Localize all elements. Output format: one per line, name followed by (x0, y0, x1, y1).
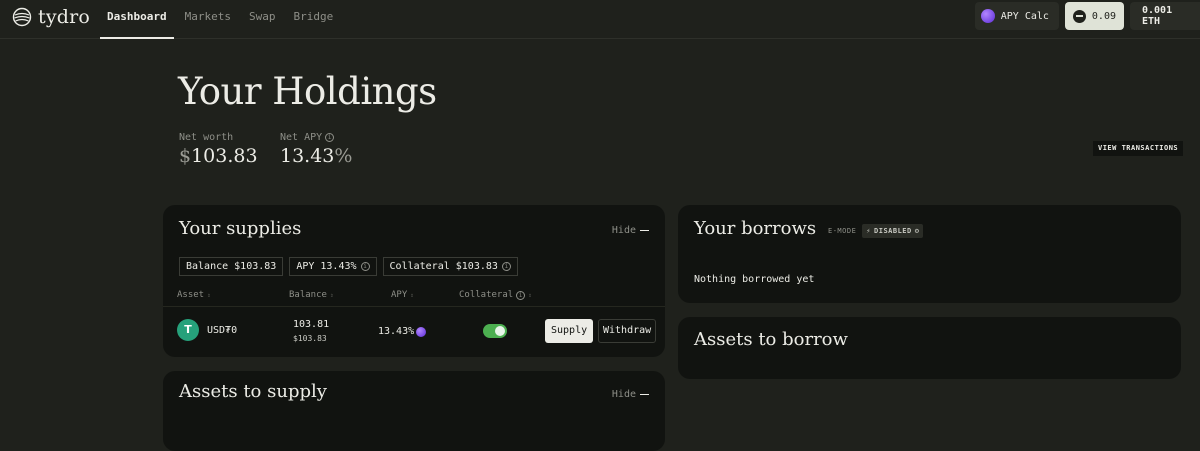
net-apy-value: 13.43 (280, 145, 335, 167)
brand-name: tydro (38, 6, 91, 28)
net-worth-value-wrap: $103.83 (179, 145, 258, 167)
balance-chip: Balance $103.83 (179, 257, 284, 276)
emode-status-button[interactable]: ⚡ DISABLED ⚙ (862, 224, 924, 238)
points-coin-icon (1072, 9, 1086, 23)
apy-orb-icon (980, 9, 995, 23)
info-icon[interactable]: i (360, 262, 370, 271)
col-apy-label: APY (391, 290, 408, 300)
withdraw-button[interactable]: Withdraw (598, 319, 657, 343)
tydro-logo-icon (12, 7, 32, 27)
nav-actions: APY Calc 0.09 0.001 ETH (974, 2, 1200, 30)
col-asset-label: Asset (177, 290, 205, 300)
net-apy-label-wrap: Net APY i (280, 132, 352, 143)
supplies-hide-button[interactable]: Hide (612, 225, 649, 236)
borrows-card: Your borrows E-MODE ⚡ DISABLED ⚙ Nothing… (678, 205, 1181, 303)
asset-symbol: USD₮0 (207, 325, 238, 336)
info-icon[interactable]: i (325, 133, 335, 142)
view-transactions-button[interactable]: VIEW TRANSACTIONS (1093, 141, 1184, 156)
nav-bridge[interactable]: Bridge (286, 0, 340, 39)
col-balance-label: Balance (289, 290, 327, 300)
net-apy-stat: Net APY i 13.43% (280, 132, 352, 167)
apy-orb-icon (416, 326, 427, 337)
emode-label: E-MODE (828, 227, 857, 235)
assets-to-supply-hide-button[interactable]: Hide (612, 389, 649, 400)
supplies-card: Your supplies Hide Balance $103.83 APY 1… (163, 205, 665, 357)
hide-label: Hide (611, 225, 636, 236)
brand-logo[interactable]: tydro (12, 6, 90, 28)
assets-to-borrow-title: Assets to borrow (694, 329, 848, 350)
supplies-title: Your supplies (179, 218, 302, 239)
net-apy-unit: % (334, 145, 353, 167)
assets-to-supply-card: Assets to supply Hide (163, 371, 665, 451)
supply-button[interactable]: Supply (545, 319, 594, 343)
col-collateral-label: Collateral (459, 290, 514, 300)
net-apy-value-wrap: 13.43% (280, 145, 352, 167)
net-worth-label: Net worth (179, 132, 234, 143)
info-icon[interactable]: i (516, 290, 526, 300)
sort-icon: ⇕ (528, 291, 532, 299)
apy-chip-text: APY 13.43% (296, 261, 357, 272)
net-apy-label: Net APY (280, 132, 323, 143)
apy-calc-label: APY Calc (1000, 10, 1049, 22)
table-divider (163, 306, 665, 307)
lightning-icon: ⚡ (866, 227, 872, 235)
asset-apy-text: 13.43% (378, 326, 415, 337)
borrows-empty-text: Nothing borrowed yet (694, 274, 815, 285)
top-nav: tydro Dashboard Markets Swap Bridge APY … (0, 0, 1200, 39)
collateral-toggle[interactable] (483, 324, 507, 338)
emode-indicator: E-MODE ⚡ DISABLED ⚙ (828, 224, 924, 238)
sort-icon: ⇕ (329, 291, 334, 299)
col-balance[interactable]: Balance ⇕ (289, 290, 334, 300)
sort-icon: ⇕ (410, 291, 414, 299)
col-collateral[interactable]: Collateral i ⇕ (459, 290, 532, 300)
wallet-button[interactable]: 0.001 ETH (1130, 2, 1200, 30)
borrows-title: Your borrows (694, 218, 817, 239)
apy-chip: APY 13.43% i (289, 257, 377, 276)
tether-icon: T (177, 319, 199, 341)
asset-balance: 103.81 (293, 319, 330, 330)
nav-markets[interactable]: Markets (178, 0, 238, 39)
balance-chip-text: Balance $103.83 (186, 261, 277, 272)
net-worth-value: 103.83 (191, 145, 258, 167)
asset-balance-usd: $103.83 (293, 334, 327, 343)
gear-icon: ⚙ (914, 227, 920, 235)
net-worth-currency: $ (179, 145, 192, 167)
net-worth-stat: Net worth $103.83 (179, 132, 258, 167)
points-button[interactable]: 0.09 (1064, 2, 1124, 30)
collateral-chip-text: Collateral $103.83 (389, 261, 498, 272)
hide-label: Hide (611, 389, 636, 400)
points-value: 0.09 (1091, 10, 1116, 22)
nav-swap[interactable]: Swap (242, 0, 283, 39)
page-title: Your Holdings (178, 70, 437, 113)
sort-icon: ⇕ (207, 291, 211, 299)
col-apy[interactable]: APY ⇕ (391, 290, 414, 300)
assets-to-supply-title: Assets to supply (179, 381, 327, 402)
emode-status: DISABLED (874, 227, 912, 235)
info-icon[interactable]: i (501, 262, 511, 271)
wallet-balance: 0.001 ETH (1142, 5, 1173, 27)
asset-apy: 13.43% (378, 326, 427, 337)
collateral-chip: Collateral $103.83 i (382, 257, 518, 276)
supplies-summary: Balance $103.83 APY 13.43% i Collateral $… (179, 257, 518, 276)
assets-to-borrow-card: Assets to borrow (678, 317, 1181, 379)
apy-calc-button[interactable]: APY Calc (974, 2, 1059, 30)
nav-dashboard[interactable]: Dashboard (100, 0, 174, 39)
minus-icon (640, 230, 649, 231)
col-asset[interactable]: Asset ⇕ (177, 290, 211, 300)
minus-icon (640, 394, 649, 395)
nav-links: Dashboard Markets Swap Bridge (100, 0, 344, 39)
